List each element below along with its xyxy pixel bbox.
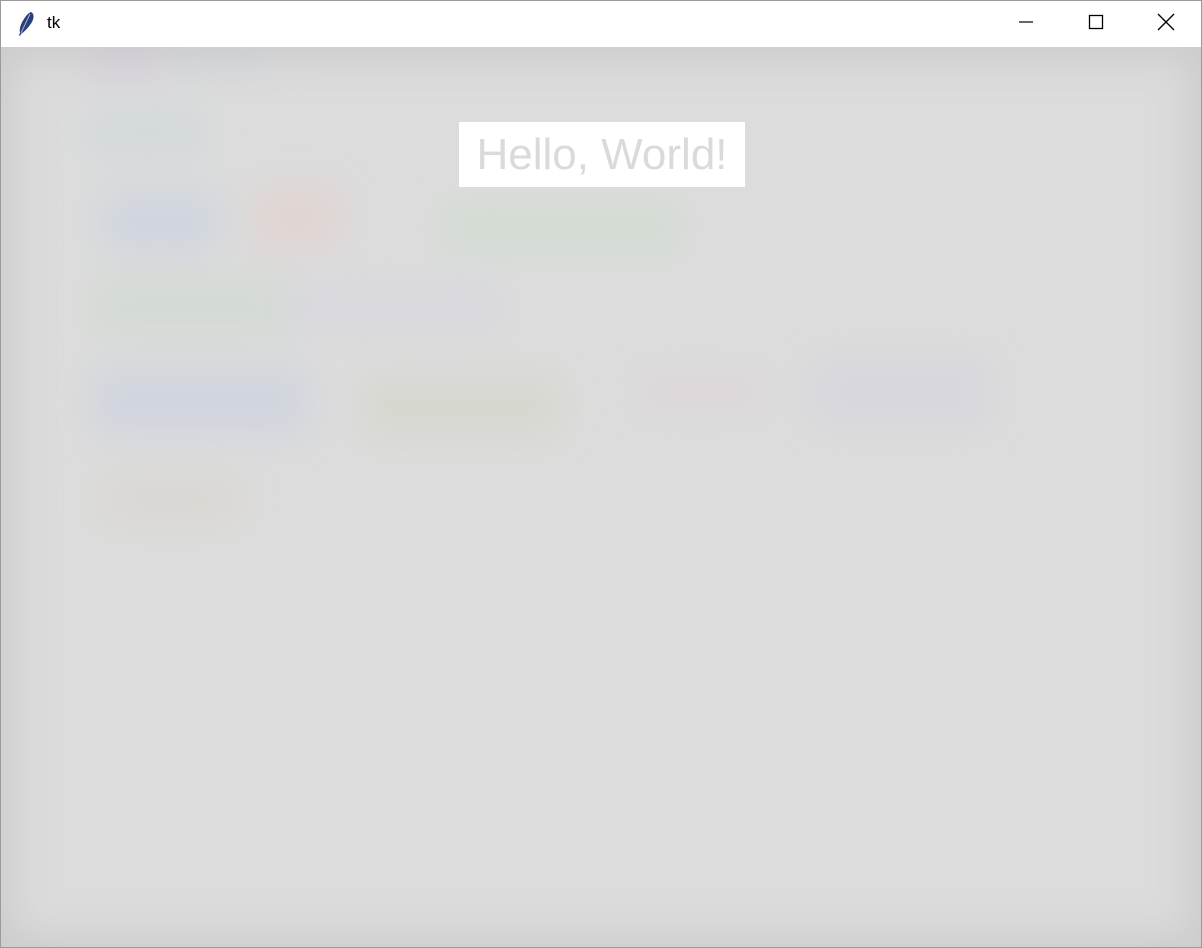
window-title: tk — [47, 13, 61, 32]
title-bar[interactable]: tk — [1, 1, 1201, 47]
minimize-button[interactable] — [991, 1, 1061, 47]
tk-feather-icon — [15, 11, 37, 37]
hello-world-label: Hello, World! — [459, 122, 745, 187]
maximize-icon — [1088, 14, 1104, 34]
window-client-area: Hello, World! — [1, 47, 1201, 947]
close-icon — [1157, 13, 1175, 35]
hello-world-text: Hello, World! — [476, 129, 728, 179]
maximize-button[interactable] — [1061, 1, 1131, 47]
close-button[interactable] — [1131, 1, 1201, 47]
minimize-icon — [1018, 14, 1034, 34]
tk-window: tk Hello, World! — [0, 0, 1202, 948]
